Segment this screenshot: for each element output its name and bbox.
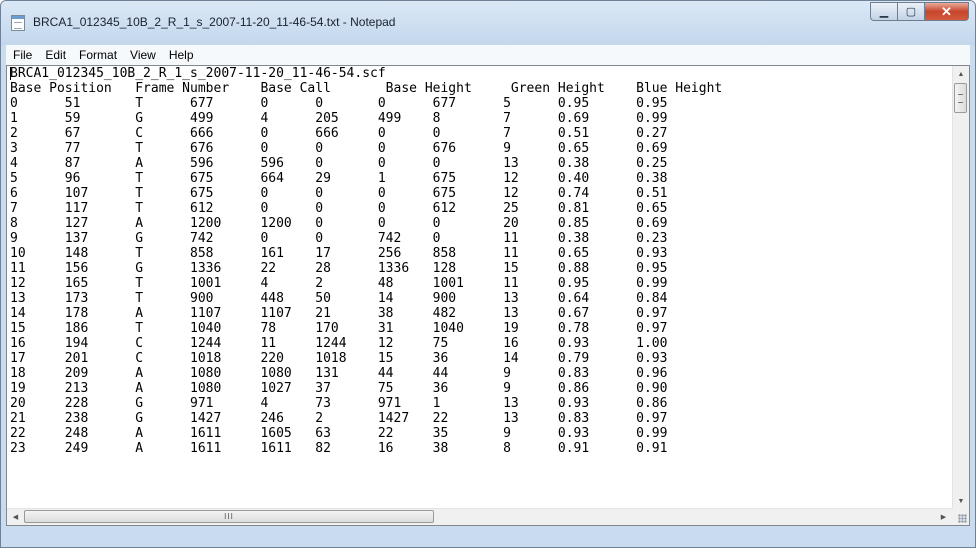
menu-file[interactable]: File (7, 48, 38, 62)
resize-grip-icon (958, 514, 967, 523)
menu-format[interactable]: Format (73, 48, 123, 62)
data-row-line: 11 156 G 1336 22 28 1336 128 15 0.88 0.9… (10, 261, 668, 276)
size-grip[interactable] (952, 508, 969, 525)
data-row-line: 7 117 T 612 0 0 0 612 25 0.81 0.65 (10, 201, 668, 216)
data-row-line: 8 127 A 1200 1200 0 0 0 20 0.85 0.69 (10, 216, 668, 231)
menu-bar: File Edit Format View Help (6, 45, 970, 66)
text-editor[interactable]: BRCA1_012345_10B_2_R_1_s_2007-11-20_11-4… (6, 65, 970, 526)
maximize-button[interactable]: ▢ (897, 2, 924, 21)
data-row-line: 9 137 G 742 0 0 742 0 11 0.38 0.23 (10, 231, 668, 246)
document-text[interactable]: BRCA1_012345_10B_2_R_1_s_2007-11-20_11-4… (7, 66, 952, 510)
notepad-window: BRCA1_012345_10B_2_R_1_s_2007-11-20_11-4… (0, 0, 976, 548)
menu-edit[interactable]: Edit (39, 48, 72, 62)
data-row-line: 17 201 C 1018 220 1018 15 36 14 0.79 0.9… (10, 351, 668, 366)
notepad-icon (11, 15, 25, 31)
title-bar[interactable]: BRCA1_012345_10B_2_R_1_s_2007-11-20_11-4… (1, 1, 975, 45)
minimize-button[interactable]: ▁ (870, 2, 897, 21)
data-row-line: 1 59 G 499 4 205 499 8 7 0.69 0.99 (10, 111, 668, 126)
data-row-line: 13 173 T 900 448 50 14 900 13 0.64 0.84 (10, 291, 668, 306)
data-row-line: 21 238 G 1427 246 2 1427 22 13 0.83 0.97 (10, 411, 668, 426)
horizontal-scroll-thumb[interactable]: III (24, 510, 434, 523)
scroll-right-arrow-icon[interactable]: ▶ (935, 509, 952, 525)
data-row-line: 15 186 T 1040 78 170 31 1040 19 0.78 0.9… (10, 321, 668, 336)
horizontal-scrollbar[interactable]: ◀ III ▶ (7, 508, 952, 525)
data-row-line: 10 148 T 858 161 17 256 858 11 0.65 0.93 (10, 246, 668, 261)
caption-buttons: ▁ ▢ ✕ (870, 2, 969, 21)
close-button[interactable]: ✕ (924, 2, 969, 21)
data-row-line: 18 209 A 1080 1080 131 44 44 9 0.83 0.96 (10, 366, 668, 381)
data-row-line: 12 165 T 1001 4 2 48 1001 11 0.95 0.99 (10, 276, 668, 291)
menu-help[interactable]: Help (163, 48, 200, 62)
data-row-line: 22 248 A 1611 1605 63 22 35 9 0.93 0.99 (10, 426, 668, 441)
data-row-line: 20 228 G 971 4 73 971 1 13 0.93 0.86 (10, 396, 668, 411)
file-name-line: BRCA1_012345_10B_2_R_1_s_2007-11-20_11-4… (10, 66, 386, 81)
data-row-line: 19 213 A 1080 1027 37 75 36 9 0.86 0.90 (10, 381, 668, 396)
data-row-line: 0 51 T 677 0 0 0 677 5 0.95 0.95 (10, 96, 668, 111)
vertical-scroll-thumb[interactable] (954, 83, 967, 113)
data-row-line: 2 67 C 666 0 666 0 0 7 0.51 0.27 (10, 126, 668, 141)
window-title: BRCA1_012345_10B_2_R_1_s_2007-11-20_11-4… (33, 15, 396, 29)
data-row-line: 3 77 T 676 0 0 0 676 9 0.65 0.69 (10, 141, 668, 156)
scroll-left-arrow-icon[interactable]: ◀ (7, 509, 24, 525)
data-row-line: 6 107 T 675 0 0 0 675 12 0.74 0.51 (10, 186, 668, 201)
data-row-line: 14 178 A 1107 1107 21 38 482 13 0.67 0.9… (10, 306, 668, 321)
column-header-line: Base Position Frame Number Base Call Bas… (10, 81, 723, 96)
data-row-line: 23 249 A 1611 1611 82 16 38 8 0.91 0.91 (10, 441, 668, 456)
menu-view[interactable]: View (124, 48, 162, 62)
scroll-up-arrow-icon[interactable]: ▲ (953, 66, 969, 83)
data-row-line: 5 96 T 675 664 29 1 675 12 0.40 0.38 (10, 171, 668, 186)
data-row-line: 16 194 C 1244 11 1244 12 75 16 0.93 1.00 (10, 336, 668, 351)
vertical-scrollbar[interactable]: ▲ ▼ (952, 66, 969, 510)
data-row-line: 4 87 A 596 596 0 0 0 13 0.38 0.25 (10, 156, 668, 171)
